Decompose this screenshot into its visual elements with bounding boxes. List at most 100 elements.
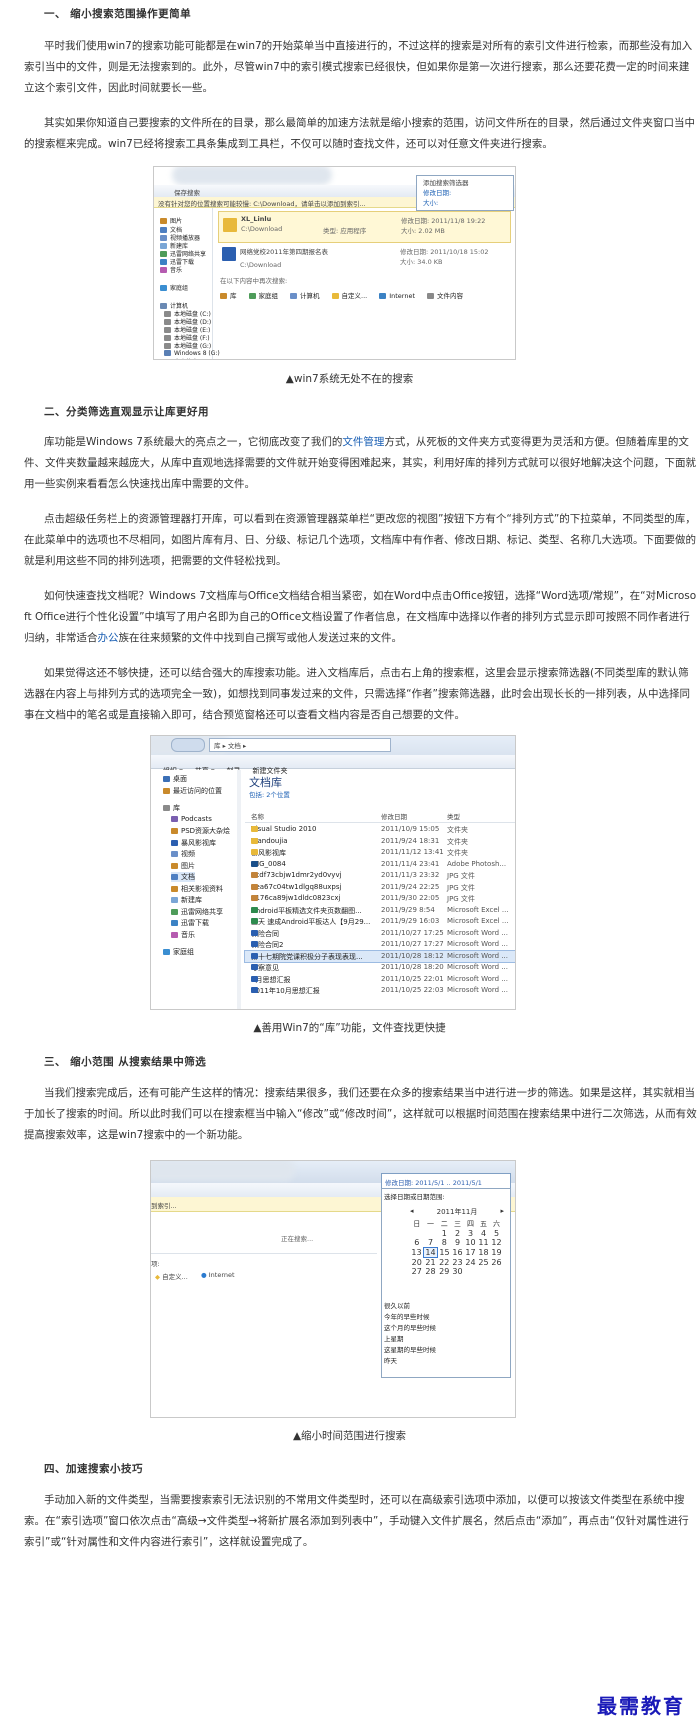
calendar-day[interactable]: 1: [438, 1229, 452, 1238]
search-again-item-0[interactable]: 库: [220, 290, 237, 300]
file-row[interactable]: 4176ca89jw1dldc0823cxj 2011/9/30 22:05 JPG…: [245, 893, 515, 904]
date-option-1[interactable]: 今年的早些时候: [384, 1312, 504, 1323]
calendar-day[interactable]: 25: [477, 1258, 490, 1268]
save-search-tab[interactable]: 保存搜索: [174, 187, 200, 197]
calendar-day[interactable]: 24: [464, 1258, 477, 1268]
calendar-day[interactable]: 17: [464, 1248, 477, 1258]
file-row[interactable]: 6月思想汇报 2011/10/25 22:01 Microsoft Word ...: [245, 974, 515, 985]
result-item-1[interactable]: XL_Linlu C:\Download 修改日期: 2011/11/8 19:…: [218, 211, 511, 243]
sidebar-item-15[interactable]: 金山快盘: [164, 357, 198, 359]
search-custom[interactable]: ◆ 自定义...: [155, 1271, 188, 1281]
calendar-day[interactable]: 28: [424, 1267, 438, 1276]
date-option-0[interactable]: 很久以前: [384, 1301, 504, 1312]
file-row[interactable]: 三天 速成Android平板达人【9月29... 2011/9/29 16:03 M…: [245, 916, 515, 927]
file-row[interactable]: 2011年10月思想汇报 2011/10/25 22:03 Microsoft Wo…: [245, 985, 515, 996]
calendar-day[interactable]: 5: [490, 1229, 503, 1238]
calendar-day[interactable]: 20: [410, 1258, 424, 1268]
sidebar-item-4[interactable]: PSD资源大杂烩: [171, 826, 230, 836]
calendar-day[interactable]: 26: [490, 1258, 503, 1268]
calendar-day[interactable]: 8: [438, 1238, 452, 1248]
sidebar-item-2[interactable]: 库: [163, 803, 180, 813]
calendar-day[interactable]: 29: [438, 1267, 452, 1276]
sidebar-item-14[interactable]: Windows 8 (G:): [164, 349, 220, 357]
sidebar-item-5[interactable]: 暴风影视库: [171, 838, 216, 848]
result-item-2[interactable]: 网络党校2011年第四期报名表 C:\Download 修改日期: 2011/1…: [218, 243, 511, 273]
search-again-item-3[interactable]: 自定义...: [331, 290, 367, 300]
filter-size[interactable]: 大小:: [423, 197, 438, 207]
calendar-day[interactable]: 3: [464, 1229, 477, 1238]
calendar-day[interactable]: 6: [410, 1238, 424, 1248]
search-again-item-4[interactable]: Internet: [379, 292, 415, 300]
file-row[interactable]: 保险合同 2011/10/27 17:25 Microsoft Word ...: [245, 928, 515, 939]
search-again-item-1[interactable]: 家庭组: [248, 290, 278, 300]
file-row[interactable]: IMG_0084 2011/11/4 23:41 Adobe Photosh...: [245, 859, 515, 870]
calendar[interactable]: ◂ 2011年11月 ▸ 日一二三四五六 1 2 3 4 5 6 7 8 9 10 11 12 13 14 1…: [410, 1207, 504, 1295]
calendar-day[interactable]: 11: [477, 1238, 490, 1248]
calendar-day[interactable]: 14: [423, 1247, 438, 1258]
calendar-day[interactable]: 13: [410, 1248, 424, 1258]
calendar-day[interactable]: 27: [410, 1267, 424, 1276]
sidebar-item-1[interactable]: 最近访问的位置: [163, 786, 222, 796]
sidebar-item-0[interactable]: 图片: [160, 216, 182, 225]
sidebar-item-9[interactable]: 相关影视资料: [171, 884, 223, 894]
address-bar[interactable]: 库 ▸ 文档 ▸: [209, 738, 391, 752]
col-type[interactable]: 类型: [447, 811, 460, 821]
office-link[interactable]: 办公: [98, 632, 119, 644]
calendar-day[interactable]: 30: [451, 1267, 464, 1276]
search-again-item-2[interactable]: 计算机: [290, 290, 320, 300]
file-row[interactable]: 考察意见 2011/10/28 18:20 Microsoft Word ...: [245, 962, 515, 973]
sidebar-item-7[interactable]: 家庭组: [160, 283, 188, 292]
sidebar-item-label: 家庭组: [170, 285, 189, 292]
sidebar-item-3[interactable]: Podcasts: [171, 815, 212, 823]
calendar-day[interactable]: 16: [451, 1248, 464, 1258]
sidebar-item-13[interactable]: 音乐: [171, 930, 195, 940]
search-internet[interactable]: ● Internet: [201, 1271, 235, 1279]
weekday-label: 三: [454, 1220, 461, 1228]
library-locations[interactable]: 包括: 2个位置: [249, 789, 290, 799]
calendar-day[interactable]: 21: [424, 1258, 438, 1267]
sidebar-item-6[interactable]: 视频: [171, 849, 195, 859]
file-row[interactable]: 第十七期院党课积极分子表现表现... 2011/10/28 18:12 Micros…: [244, 949, 515, 963]
calendar-day[interactable]: 12: [490, 1238, 503, 1248]
index-info-bar[interactable]: 到索引...: [151, 1200, 177, 1210]
calendar-day[interactable]: 23: [451, 1258, 464, 1268]
calendar-day[interactable]: 10: [464, 1238, 477, 1248]
index-info-bar[interactable]: 没有针对您的位置搜索可能较慢: C:\Download，请单击以添加到索引...: [158, 198, 366, 208]
calendar-day[interactable]: 7: [424, 1238, 438, 1248]
col-name[interactable]: 名称: [251, 811, 264, 821]
calendar-day[interactable]: 15: [438, 1248, 452, 1258]
file-row[interactable]: 6ea67c04tw1dlgq88uxpsj 2011/9/24 22:25 JPG…: [245, 882, 515, 893]
next-month-button[interactable]: ▸: [500, 1207, 504, 1215]
calendar-day[interactable]: 18: [477, 1248, 490, 1258]
calendar-day[interactable]: 4: [477, 1229, 490, 1238]
sidebar-item-8[interactable]: 文档: [171, 872, 195, 882]
back-forward-buttons[interactable]: [171, 738, 205, 752]
search-again-item-5[interactable]: 文件内容: [427, 290, 463, 300]
file-row[interactable]: Visual Studio 2010 2011/10/9 15:05 文件夹: [245, 824, 515, 835]
file-row[interactable]: Android平板精选文件夹页数翻图... 2011/9/29 8:54 Micro…: [245, 905, 515, 916]
sidebar-item-11[interactable]: 迅雷网络共享: [171, 907, 223, 917]
sidebar-item-14[interactable]: 家庭组: [163, 947, 194, 957]
calendar-day[interactable]: 2: [451, 1229, 464, 1238]
file-row[interactable]: Wandoujia 2011/9/24 18:31 文件夹: [245, 836, 515, 847]
sidebar-item-10[interactable]: 新建库: [171, 895, 202, 905]
calendar-day[interactable]: 9: [451, 1238, 464, 1248]
sidebar-item-7[interactable]: 图片: [171, 861, 195, 871]
file-management-link[interactable]: 文件管理: [342, 436, 384, 448]
file-row[interactable]: 暴风影视库 2011/11/12 13:41 文件夹: [245, 847, 515, 858]
paragraph-5: 如何快速查找文档呢？Windows 7文档库与Office文档结合相当紧密，如在…: [24, 586, 699, 649]
sidebar-item-6[interactable]: 音乐: [160, 265, 182, 274]
date-option-4[interactable]: 这星期的早些时候: [384, 1345, 504, 1356]
calendar-day[interactable]: 19: [490, 1248, 503, 1258]
file-row[interactable]: 5cdf73cbjw1dmr2yd0vyvj 2011/11/3 23:32 JPG…: [245, 870, 515, 881]
col-date[interactable]: 修改日期: [381, 811, 407, 821]
sidebar-item-12[interactable]: 迅雷下载: [171, 918, 209, 928]
file-row[interactable]: 保险合同2 2011/10/27 17:27 Microsoft Word ...: [245, 939, 515, 950]
filter-modified-date[interactable]: 修改日期:: [423, 187, 451, 197]
sidebar-item-0[interactable]: 桌面: [163, 774, 187, 784]
date-option-5[interactable]: 昨天: [384, 1356, 504, 1367]
date-option-3[interactable]: 上星期: [384, 1334, 504, 1345]
calendar-day[interactable]: 22: [438, 1258, 452, 1268]
search-filter-dropdown[interactable]: 添加搜索筛选器 修改日期: 大小:: [416, 175, 514, 211]
date-option-2[interactable]: 这个月的早些时候: [384, 1323, 504, 1334]
